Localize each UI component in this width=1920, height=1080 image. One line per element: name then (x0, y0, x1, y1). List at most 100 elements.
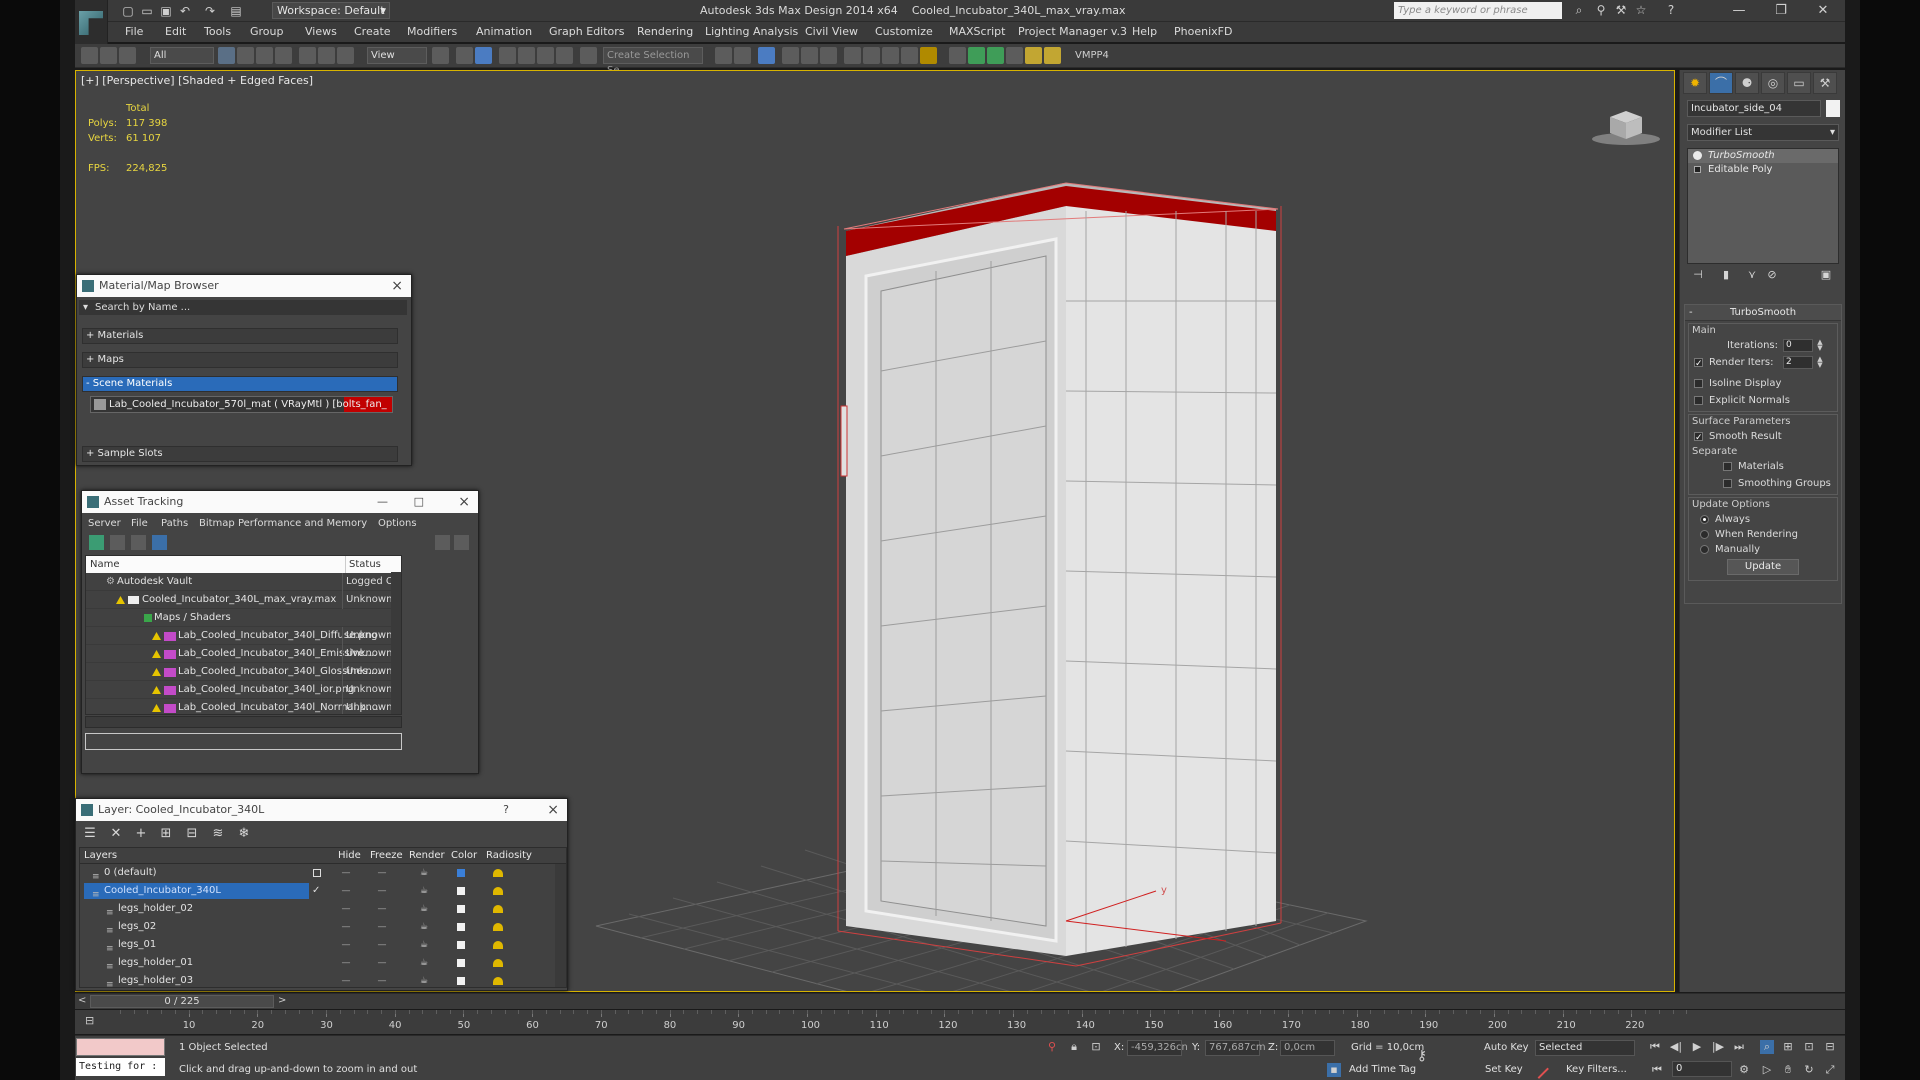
time-slider[interactable]: < 0 / 225 > (75, 993, 1845, 1009)
named-selection-dropdown[interactable]: Create Selection Se (603, 47, 703, 76)
sample-slots-section[interactable]: + Sample Slots (82, 446, 398, 462)
at-menu-server[interactable]: Server (88, 515, 121, 533)
layer-name[interactable]: legs_holder_03 (84, 973, 309, 987)
asset-row[interactable]: ⚙ Autodesk Vault Logged Out (86, 573, 401, 591)
workspace-dropdown[interactable]: Workspace: Default ▾ (272, 2, 390, 19)
remove-modifier-icon[interactable]: ⊘ (1765, 268, 1779, 282)
mini-curve-editor-icon[interactable]: ⊟ (85, 1014, 94, 1027)
asset-row[interactable]: Lab_Cooled_Incubator_340l_Glossines.... U… (86, 663, 401, 681)
layer-color-swatch[interactable] (457, 923, 465, 931)
radiosity-icon[interactable] (493, 959, 503, 967)
render-teapot-icon[interactable]: ☕︎ (414, 918, 434, 936)
minimize-icon[interactable]: — (377, 491, 388, 513)
next-frame-icon[interactable]: |▶ (1711, 1040, 1725, 1054)
add-time-tag[interactable]: Add Time Tag (1349, 1064, 1416, 1075)
select-objects-icon[interactable]: ⊞ (158, 827, 174, 841)
save-icon[interactable]: ▣ (159, 4, 173, 18)
redo-icon[interactable]: ↷ (203, 4, 217, 18)
search-input[interactable]: Type a keyword or phrase (1394, 2, 1562, 19)
render-teapot-icon[interactable]: ☕︎ (414, 900, 434, 918)
vray-fur-icon[interactable] (1044, 47, 1061, 64)
key-filters-button[interactable]: Key Filters... (1566, 1064, 1627, 1075)
unlink-icon[interactable] (100, 47, 117, 64)
graphite-ribbon-icon[interactable] (782, 47, 799, 64)
modifier-list-dropdown[interactable]: Modifier List ▾ (1687, 124, 1839, 141)
explicit-normals-checkbox[interactable] (1694, 396, 1703, 405)
percent-snap-icon[interactable] (537, 47, 554, 64)
materials-checkbox[interactable] (1723, 462, 1732, 471)
menu-create[interactable]: Create (354, 25, 391, 38)
col-layers[interactable]: Layers (84, 848, 117, 864)
menu-tools[interactable]: Tools (204, 25, 231, 38)
time-tag-icon[interactable]: ▪ (1327, 1063, 1341, 1077)
asset-row[interactable]: Cooled_Incubator_340L_max_vray.max Unknow… (86, 591, 401, 609)
show-end-result-icon[interactable]: ▮ (1719, 268, 1733, 282)
asset-path-field[interactable] (85, 733, 402, 750)
hide-toggle[interactable]: — (336, 864, 356, 882)
zoom-icon[interactable]: ⌕ (1760, 1040, 1774, 1054)
hide-toggle[interactable]: — (336, 972, 356, 987)
spinner-arrows-icon[interactable]: ▲ ▼ (1816, 339, 1824, 352)
smoothing-groups-checkbox[interactable] (1723, 479, 1732, 488)
always-radio[interactable] (1700, 515, 1709, 524)
radiosity-icon[interactable] (493, 977, 503, 985)
freeze-toggle[interactable]: — (372, 900, 392, 918)
viewport-label[interactable]: [+] [Perspective] [Shaded + Edged Faces] (81, 74, 313, 87)
vray-light-icon[interactable] (968, 47, 985, 64)
smooth-result-checkbox[interactable] (1694, 430, 1703, 447)
menu-animation[interactable]: Animation (476, 25, 532, 38)
layer-color-swatch[interactable] (457, 941, 465, 949)
render-setup-icon[interactable] (863, 47, 880, 64)
maximize-button[interactable]: ❐ (1761, 2, 1801, 20)
pivot-center-icon[interactable] (432, 47, 449, 64)
asset-tracking-titlebar[interactable]: Asset Tracking — □ × (82, 491, 478, 513)
tools-icon[interactable]: ⚒ (1614, 3, 1628, 17)
col-render[interactable]: Render (409, 848, 445, 864)
at-menu-paths[interactable]: Paths (161, 515, 188, 533)
iterations-spinner[interactable]: 0 (1783, 339, 1813, 352)
window-crossing-icon[interactable] (275, 47, 292, 64)
angle-snap-icon[interactable] (518, 47, 535, 64)
asset-row[interactable]: Maps / Shaders (86, 609, 401, 627)
radiosity-icon[interactable] (493, 923, 503, 931)
layer-name[interactable]: legs_01 (84, 937, 309, 953)
auto-key-button[interactable]: Auto Key (1484, 1042, 1529, 1053)
app-logo[interactable] (75, 0, 108, 46)
thumbnail-view-icon[interactable] (131, 535, 146, 550)
vmpp-label[interactable]: VMPP4 (1075, 50, 1109, 61)
freeze-toggle[interactable]: — (372, 864, 392, 882)
viewcube[interactable] (1586, 101, 1666, 151)
horizontal-scrollbar[interactable] (85, 716, 402, 728)
zoom-extents-all-icon[interactable]: ⊟ (1823, 1040, 1837, 1054)
isolate-icon[interactable]: ⚲ (1045, 1040, 1059, 1054)
open-file-icon[interactable]: ▭ (140, 4, 154, 18)
table-view-icon[interactable] (152, 535, 167, 550)
render-teapot-icon[interactable]: ☕︎ (414, 954, 434, 972)
bind-space-warp-icon[interactable] (119, 47, 136, 64)
maps-section[interactable]: + Maps (82, 352, 398, 368)
selection-filter-dropdown[interactable]: All (150, 47, 214, 64)
hide-toggle[interactable]: — (336, 882, 356, 900)
pin-stack-icon[interactable]: ⊣ (1691, 268, 1705, 282)
z-coord-field[interactable]: 0,0cm (1280, 1040, 1335, 1056)
at-menu-file[interactable]: File (131, 515, 148, 533)
refresh-icon[interactable] (89, 535, 104, 550)
layer-color-swatch[interactable] (457, 977, 465, 985)
menu-modifiers[interactable]: Modifiers (407, 25, 457, 38)
freeze-toggle[interactable]: — (372, 954, 392, 972)
vray-sun-icon[interactable] (1025, 47, 1042, 64)
zoom-all-icon[interactable]: ⊞ (1781, 1040, 1795, 1054)
render-teapot-icon[interactable]: ☕︎ (414, 864, 434, 882)
lightbulb-icon[interactable] (1693, 151, 1702, 160)
search-icon[interactable]: ⌕ (1572, 3, 1586, 17)
play-icon[interactable]: ▶ (1690, 1040, 1704, 1054)
lock-selection-icon[interactable]: 🔒︎ (1067, 1040, 1081, 1054)
rotate-icon[interactable] (318, 47, 335, 64)
field-of-view-icon[interactable]: ▷ (1760, 1063, 1774, 1077)
layer-manager-titlebar[interactable]: Layer: Cooled_Incubator_340L ? × (76, 799, 567, 821)
layer-row[interactable]: Cooled_Incubator_340L ≡ ✓ — — ☕︎ (80, 882, 566, 900)
rendered-frame-icon[interactable] (882, 47, 899, 64)
layer-color-swatch[interactable] (457, 869, 465, 877)
object-color-swatch[interactable] (1826, 100, 1840, 117)
select-manipulate-icon[interactable] (456, 47, 473, 64)
